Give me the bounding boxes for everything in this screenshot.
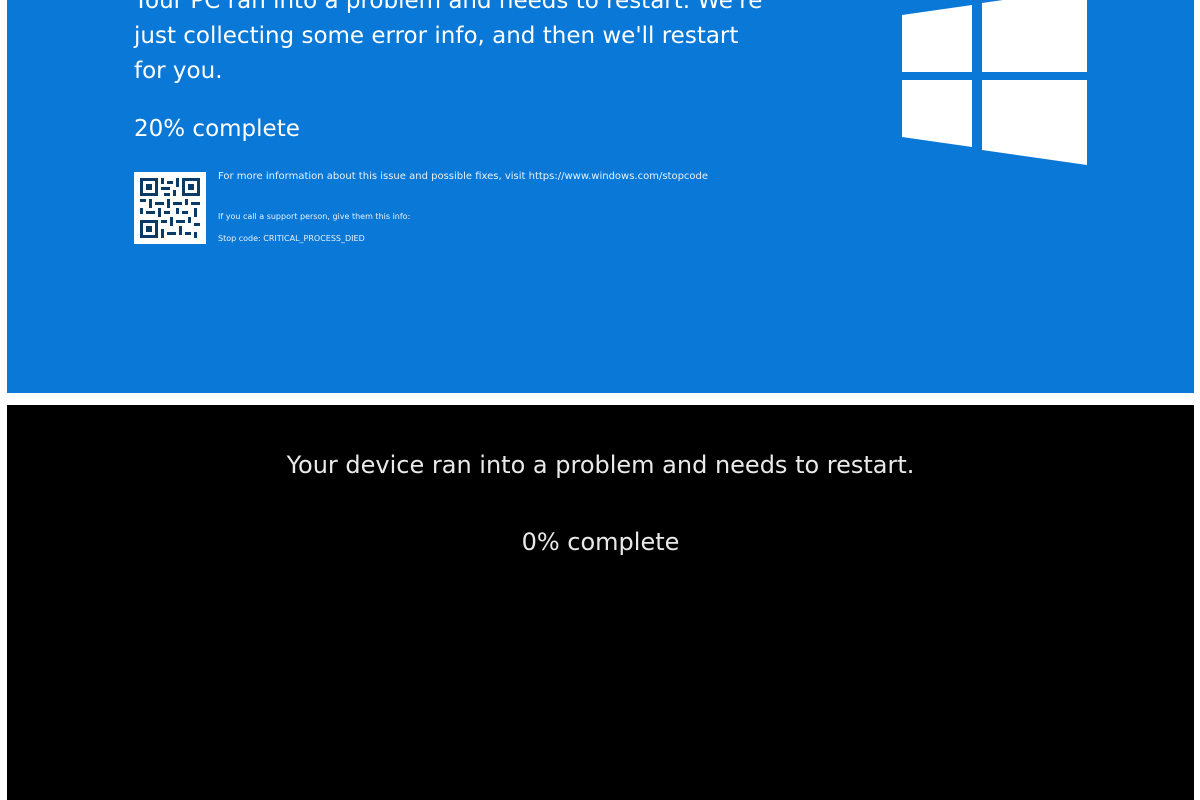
stop-code-text: Stop code: CRITICAL_PROCESS_DIED: [218, 234, 365, 243]
windows-logo-icon: [902, 0, 1092, 174]
blue-screen-panel: Your PC ran into a problem and needs to …: [7, 0, 1194, 393]
black-screen-panel: Your device ran into a problem and needs…: [7, 405, 1194, 800]
qr-code-icon: [134, 172, 206, 244]
device-progress-text: 0% complete: [521, 528, 680, 556]
support-text: If you call a support person, give them …: [218, 212, 411, 221]
device-error-message: Your device ran into a problem and needs…: [286, 451, 915, 479]
more-info-text: For more information about this issue an…: [218, 171, 709, 182]
progress-text: 20% complete: [134, 116, 300, 142]
screenshot-collage: Your PC ran into a problem and needs to …: [0, 0, 1200, 800]
error-message: Your PC ran into a problem and needs to …: [134, 0, 763, 84]
